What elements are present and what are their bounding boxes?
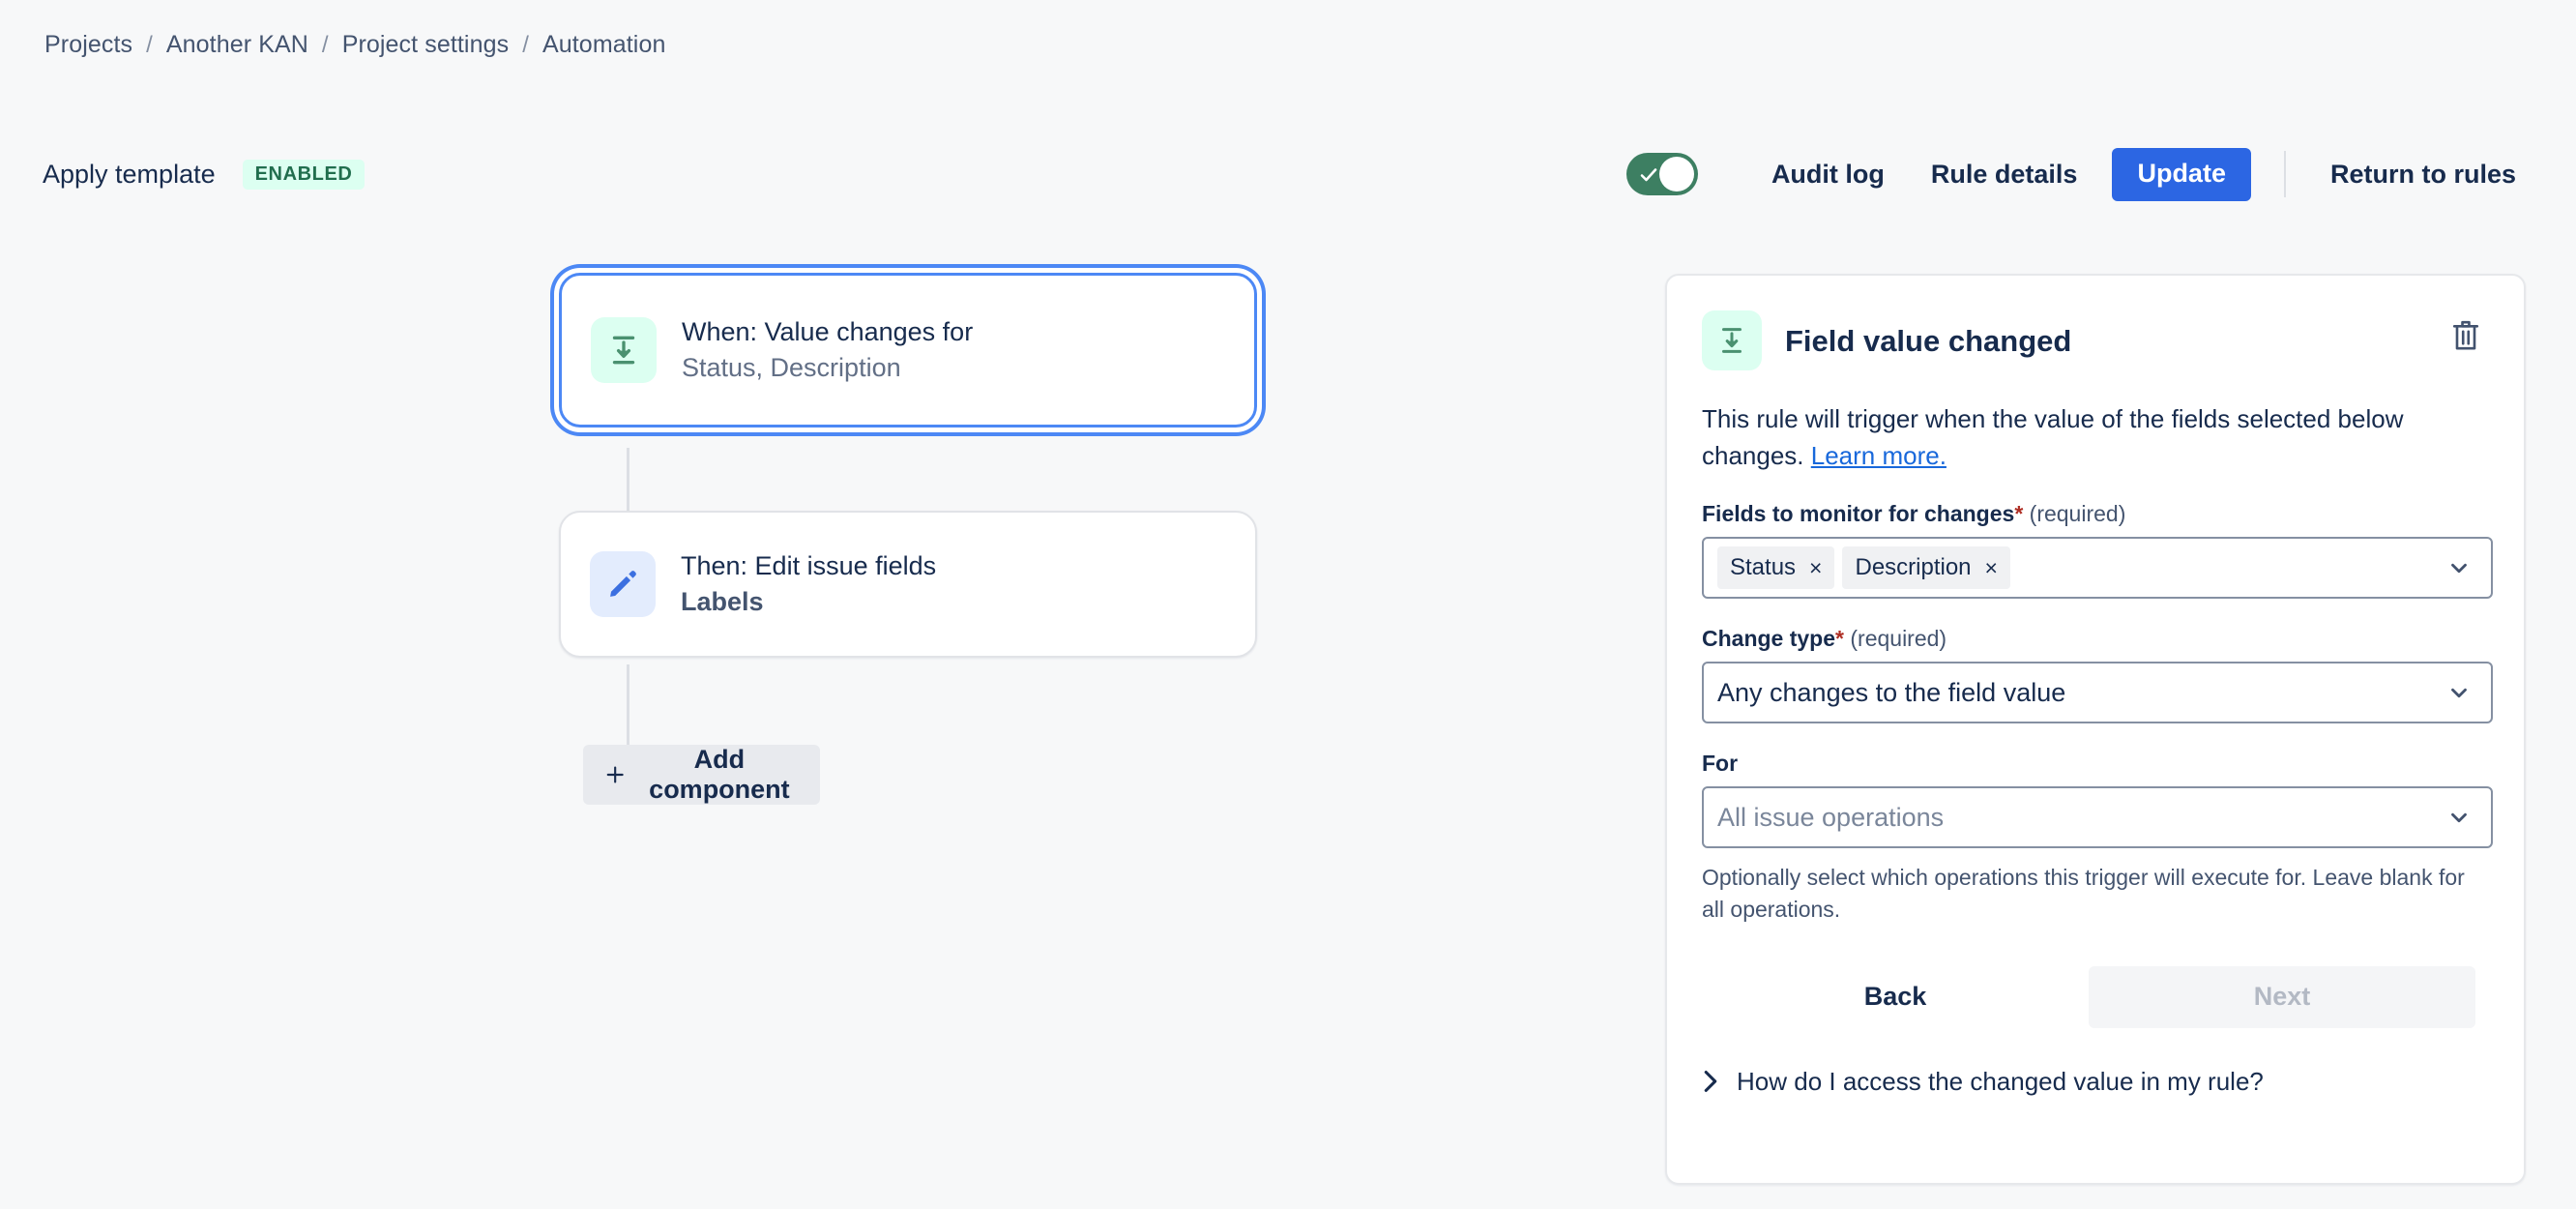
- field-value-changed-icon: [1702, 310, 1762, 370]
- delete-trigger-button[interactable]: [2443, 312, 2489, 359]
- connector-line: [627, 448, 629, 519]
- change-type-label: Change type* (required): [1702, 628, 2489, 650]
- breadcrumb-item-project-settings[interactable]: Project settings: [342, 31, 510, 59]
- add-component-button[interactable]: Add component: [583, 745, 821, 805]
- trigger-detail-panel: Field value changed This rule will trigg…: [1665, 274, 2526, 1185]
- panel-header: Field value changed: [1702, 305, 2489, 376]
- return-to-rules-button[interactable]: Return to rules: [2307, 161, 2539, 188]
- trash-icon: [2452, 320, 2479, 350]
- rule-node-action-text: Then: Edit issue fields Labels: [681, 551, 936, 616]
- pencil-icon: [590, 551, 656, 617]
- chip-description-label: Description: [1855, 554, 1972, 581]
- rule-node-action-title: Then: Edit issue fields: [681, 551, 937, 581]
- breadcrumb-item-another-kan[interactable]: Another KAN: [166, 31, 308, 59]
- how-do-i-access-expander[interactable]: How do I access the changed value in my …: [1702, 1067, 2489, 1097]
- chevron-down-icon[interactable]: [2446, 680, 2472, 705]
- update-button[interactable]: Update: [2112, 147, 2251, 201]
- chip-status-label: Status: [1730, 554, 1797, 581]
- for-placeholder: All issue operations: [1717, 802, 1945, 832]
- rule-node-trigger-title: When: Value changes for: [682, 317, 974, 347]
- change-type-select[interactable]: Any changes to the field value: [1702, 662, 2493, 724]
- rule-node-trigger-subtitle: Status, Description: [682, 352, 901, 382]
- breadcrumb-separator: /: [146, 31, 153, 58]
- breadcrumb: Projects / Another KAN / Project setting…: [44, 31, 665, 59]
- rule-toolbar: Apply template ENABLED Audit log Rule de…: [0, 140, 2576, 208]
- breadcrumb-item-projects[interactable]: Projects: [44, 31, 132, 59]
- chevron-down-icon[interactable]: [2446, 555, 2472, 580]
- rule-details-button[interactable]: Rule details: [1908, 161, 2101, 188]
- fields-to-monitor-label-text: Fields to monitor for changes: [1702, 501, 2015, 527]
- change-type-value: Any changes to the field value: [1717, 677, 2066, 707]
- chip-description[interactable]: Description ×: [1842, 546, 2010, 590]
- breadcrumb-item-automation[interactable]: Automation: [542, 31, 665, 59]
- rule-name[interactable]: Apply template: [43, 160, 216, 190]
- audit-log-button[interactable]: Audit log: [1748, 161, 1908, 188]
- toggle-knob: [1658, 157, 1694, 192]
- status-badge: ENABLED: [242, 159, 366, 190]
- plus-icon: [606, 766, 624, 783]
- chip-status[interactable]: Status ×: [1717, 546, 1835, 590]
- rule-node-trigger-text: When: Value changes for Status, Descript…: [682, 317, 973, 382]
- required-word: (required): [1850, 626, 1947, 652]
- trigger-description-text: This rule will trigger when the value of…: [1702, 404, 2404, 470]
- chip-status-remove-icon[interactable]: ×: [1809, 556, 1822, 579]
- breadcrumb-separator: /: [321, 31, 329, 58]
- chip-description-remove-icon[interactable]: ×: [1985, 556, 1998, 579]
- back-button[interactable]: Back: [1702, 966, 2089, 1028]
- learn-more-link[interactable]: Learn more.: [1811, 441, 1947, 470]
- fields-to-monitor-label: Fields to monitor for changes* (required…: [1702, 503, 2489, 525]
- toolbar-right-group: Audit log Rule details Update Return to …: [1625, 140, 2539, 208]
- connector-line: [627, 664, 629, 747]
- fields-to-monitor-select[interactable]: Status × Description ×: [1702, 537, 2493, 600]
- rule-node-action[interactable]: Then: Edit issue fields Labels: [559, 511, 1257, 658]
- required-asterisk: *: [2014, 501, 2024, 527]
- rule-enabled-toggle[interactable]: [1625, 153, 1698, 195]
- next-button[interactable]: Next: [2089, 965, 2475, 1028]
- for-select[interactable]: All issue operations: [1702, 786, 2493, 849]
- selected-fields-chips: Status × Description ×: [1717, 546, 2010, 590]
- breadcrumb-separator: /: [522, 31, 529, 58]
- required-asterisk: *: [1835, 626, 1844, 652]
- chevron-right-icon: [1702, 1069, 1719, 1094]
- add-component-label: Add component: [649, 745, 790, 804]
- check-icon: [1640, 168, 1657, 182]
- for-help-text: Optionally select which operations this …: [1702, 865, 2465, 923]
- rule-node-trigger[interactable]: When: Value changes for Status, Descript…: [559, 273, 1257, 428]
- automation-rule-editor-page: Projects / Another KAN / Project setting…: [0, 0, 2576, 1209]
- chevron-down-icon[interactable]: [2446, 805, 2472, 830]
- change-type-label-text: Change type: [1702, 626, 1836, 652]
- panel-button-row: Back Next: [1702, 965, 2489, 1028]
- trigger-description: This rule will trigger when the value of…: [1702, 401, 2456, 474]
- rule-node-action-subtitle: Labels: [681, 586, 764, 616]
- page-title: Field value changed: [1785, 323, 2072, 358]
- for-label: For: [1702, 752, 2489, 775]
- how-do-i-access-expander-label: How do I access the changed value in my …: [1737, 1066, 2264, 1096]
- required-word: (required): [2029, 501, 2126, 527]
- field-value-changed-icon: [591, 317, 657, 383]
- toolbar-left-group: Apply template ENABLED: [43, 140, 366, 208]
- toolbar-divider: [2283, 151, 2286, 197]
- for-label-text: For: [1702, 751, 1739, 777]
